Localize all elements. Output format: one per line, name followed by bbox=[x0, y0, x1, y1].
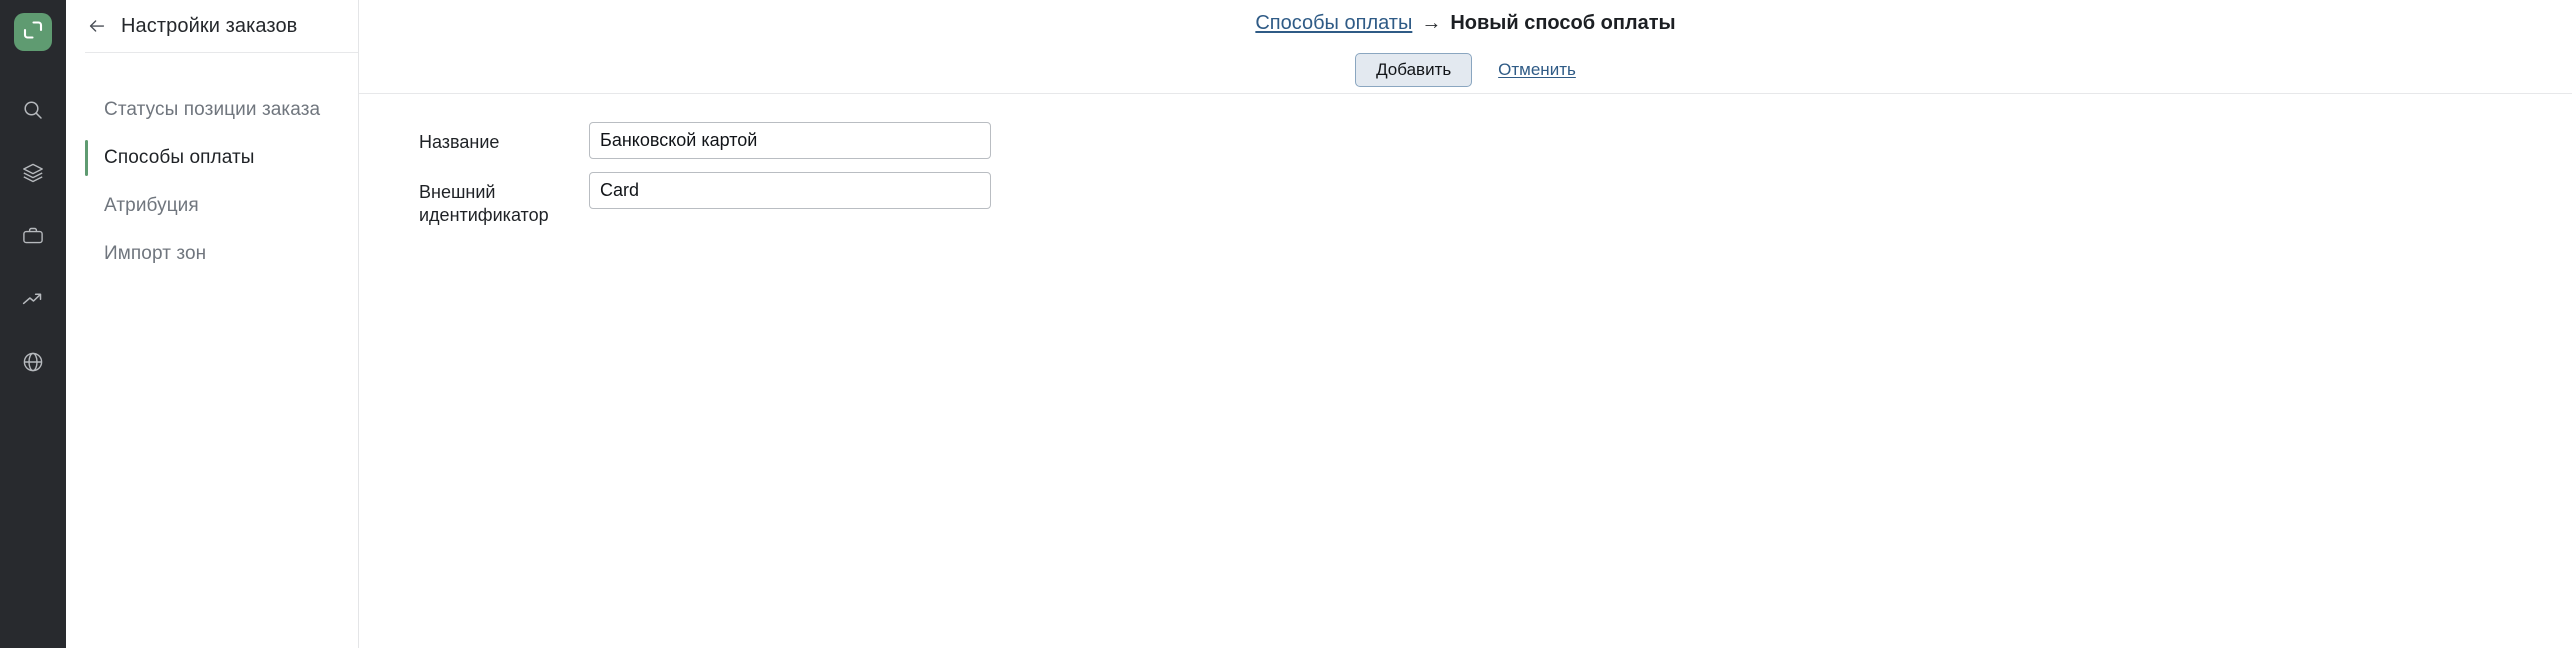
external-id-input[interactable] bbox=[589, 172, 991, 209]
settings-nav-list: Статусы позиции заказа Способы оплаты Ат… bbox=[66, 86, 359, 278]
sidebar-item-label: Атрибуция bbox=[104, 195, 199, 216]
breadcrumb-link-payment-methods[interactable]: Способы оплаты bbox=[1255, 12, 1412, 35]
external-id-field-label: Внешний идентификатор bbox=[419, 182, 549, 225]
name-input[interactable] bbox=[589, 122, 991, 159]
globe-icon bbox=[21, 350, 45, 374]
layers-icon bbox=[21, 161, 45, 185]
settings-panel: Настройки заказов Статусы позиции заказа… bbox=[66, 0, 359, 648]
sidebar-item-order-item-statuses[interactable]: Статусы позиции заказа bbox=[66, 86, 359, 134]
toolbar-divider bbox=[359, 93, 2572, 94]
payment-method-form: Название Внешний идентификатор bbox=[419, 122, 1419, 240]
breadcrumb: Способы оплаты → Новый способ оплаты bbox=[359, 0, 2572, 47]
rail-item-catalog[interactable] bbox=[17, 157, 49, 189]
arrow-left-icon[interactable] bbox=[85, 14, 109, 38]
add-button[interactable]: Добавить bbox=[1355, 53, 1473, 87]
search-icon bbox=[21, 98, 45, 122]
rail-item-analytics[interactable] bbox=[17, 283, 49, 315]
rail-item-site[interactable] bbox=[17, 346, 49, 378]
primary-icon-rail bbox=[0, 0, 66, 648]
rail-item-search[interactable] bbox=[17, 94, 49, 126]
name-field-label: Название bbox=[419, 132, 500, 152]
trending-up-icon bbox=[21, 287, 45, 311]
sidebar-item-payment-methods[interactable]: Способы оплаты bbox=[66, 134, 359, 182]
app-logo-bracket-icon bbox=[21, 18, 45, 47]
form-toolbar: Добавить Отменить bbox=[359, 47, 2572, 93]
main-content: Способы оплаты → Новый способ оплаты Доб… bbox=[359, 0, 2572, 648]
sidebar-item-attribution[interactable]: Атрибуция bbox=[66, 182, 359, 230]
sidebar-item-label: Статусы позиции заказа bbox=[104, 99, 321, 120]
breadcrumb-separator-icon: → bbox=[1421, 12, 1442, 34]
page-title: Настройки заказов bbox=[121, 14, 298, 37]
briefcase-icon bbox=[21, 224, 45, 248]
sidebar-item-label: Импорт зон bbox=[104, 243, 207, 264]
settings-panel-header: Настройки заказов bbox=[66, 0, 359, 52]
breadcrumb-current: Новый способ оплаты bbox=[1450, 12, 1676, 34]
form-row-external-id: Внешний идентификатор bbox=[419, 172, 1419, 227]
app-logo[interactable] bbox=[14, 13, 52, 51]
panel-divider bbox=[85, 52, 359, 53]
cancel-link[interactable]: Отменить bbox=[1498, 60, 1576, 80]
form-row-name: Название bbox=[419, 122, 1419, 159]
sidebar-item-zone-import[interactable]: Импорт зон bbox=[66, 230, 359, 278]
rail-item-orders[interactable] bbox=[17, 220, 49, 252]
sidebar-item-label: Способы оплаты bbox=[104, 147, 255, 168]
